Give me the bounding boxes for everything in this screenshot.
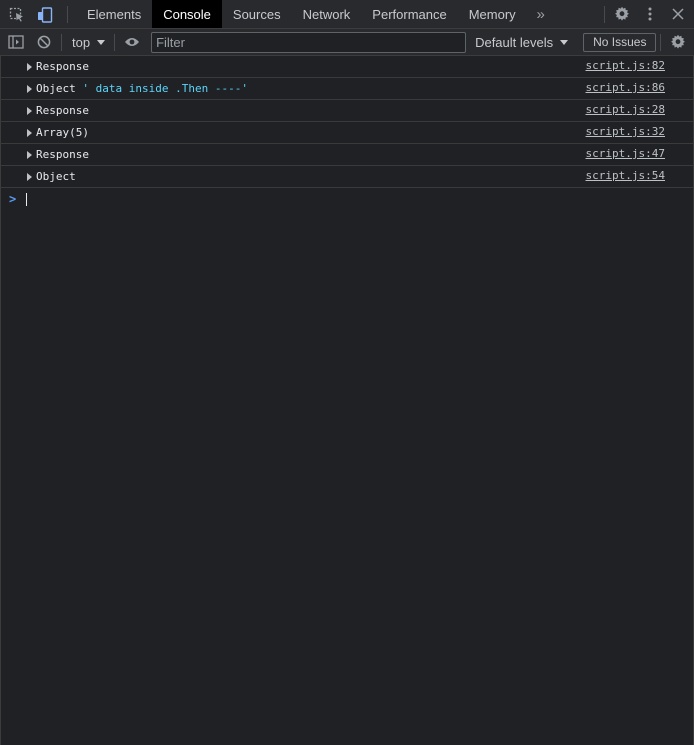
console-message[interactable]: Response script.js:28 (0, 100, 694, 122)
expand-arrow-icon[interactable] (27, 172, 32, 181)
source-link[interactable]: script.js:47 (586, 147, 665, 160)
message-text: Response (36, 104, 89, 117)
source-link[interactable]: script.js:82 (586, 59, 665, 72)
log-levels-label: Default levels (475, 34, 554, 50)
source-link[interactable]: script.js:54 (586, 169, 665, 182)
chevron-down-icon (560, 39, 569, 45)
console-prompt[interactable]: > (0, 188, 694, 210)
tab-performance[interactable]: Performance (361, 0, 457, 28)
device-toolbar-icon[interactable] (31, 0, 59, 29)
console-message[interactable]: Array(5) script.js:32 (0, 122, 694, 144)
tab-memory[interactable]: Memory (458, 0, 527, 28)
console-message[interactable]: Response script.js:82 (0, 56, 694, 78)
filter-input[interactable] (151, 31, 467, 53)
show-sidebar-icon[interactable] (2, 29, 30, 56)
toolbar-separator (660, 33, 661, 51)
context-selector[interactable]: top (65, 35, 111, 50)
devtools-tabbar: Elements Console Sources Network Perform… (0, 0, 694, 29)
console-toolbar: top Default levels No Issues (0, 29, 694, 56)
issues-button[interactable]: No Issues (583, 32, 657, 52)
settings-gear-icon[interactable] (608, 0, 636, 28)
console-messages: Response script.js:82 Object ' data insi… (0, 56, 694, 210)
console-message[interactable]: Object script.js:54 (0, 166, 694, 188)
tabbar-right-separator (604, 6, 605, 23)
console-settings-gear-icon[interactable] (664, 29, 692, 56)
tab-network[interactable]: Network (292, 0, 362, 28)
toolbar-separator (61, 33, 62, 51)
clear-console-icon[interactable] (30, 29, 58, 56)
log-levels-dropdown[interactable]: Default levels (475, 34, 569, 50)
message-text: Object (36, 170, 76, 183)
message-string: ' data inside .Then ----' (75, 82, 248, 95)
close-devtools-icon[interactable] (664, 0, 692, 28)
tab-elements[interactable]: Elements (76, 0, 152, 28)
console-message[interactable]: Object ' data inside .Then ----' script.… (0, 78, 694, 100)
expand-arrow-icon[interactable] (27, 62, 32, 71)
tabbar-separator (67, 6, 68, 23)
text-cursor (26, 192, 28, 206)
source-link[interactable]: script.js:86 (586, 81, 665, 94)
message-text: Array(5) (36, 126, 89, 139)
more-options-icon[interactable] (636, 0, 664, 28)
expand-arrow-icon[interactable] (27, 106, 32, 115)
message-text: Response (36, 148, 89, 161)
expand-arrow-icon[interactable] (27, 128, 32, 137)
source-link[interactable]: script.js:28 (586, 103, 665, 116)
tab-sources[interactable]: Sources (222, 0, 292, 28)
expand-arrow-icon[interactable] (27, 150, 32, 159)
more-tabs-icon[interactable]: » (527, 0, 555, 28)
message-text: Object (36, 82, 76, 95)
console-message[interactable]: Response script.js:47 (0, 144, 694, 166)
message-text: Response (36, 60, 89, 73)
inspect-element-icon[interactable] (3, 0, 31, 29)
tab-console[interactable]: Console (152, 0, 222, 28)
context-label: top (72, 34, 91, 50)
chevron-down-icon (97, 39, 106, 45)
live-expression-eye-icon[interactable] (118, 29, 146, 56)
expand-arrow-icon[interactable] (27, 84, 32, 93)
prompt-chevron-icon: > (9, 192, 17, 206)
source-link[interactable]: script.js:32 (586, 125, 665, 138)
toolbar-separator (114, 33, 116, 51)
